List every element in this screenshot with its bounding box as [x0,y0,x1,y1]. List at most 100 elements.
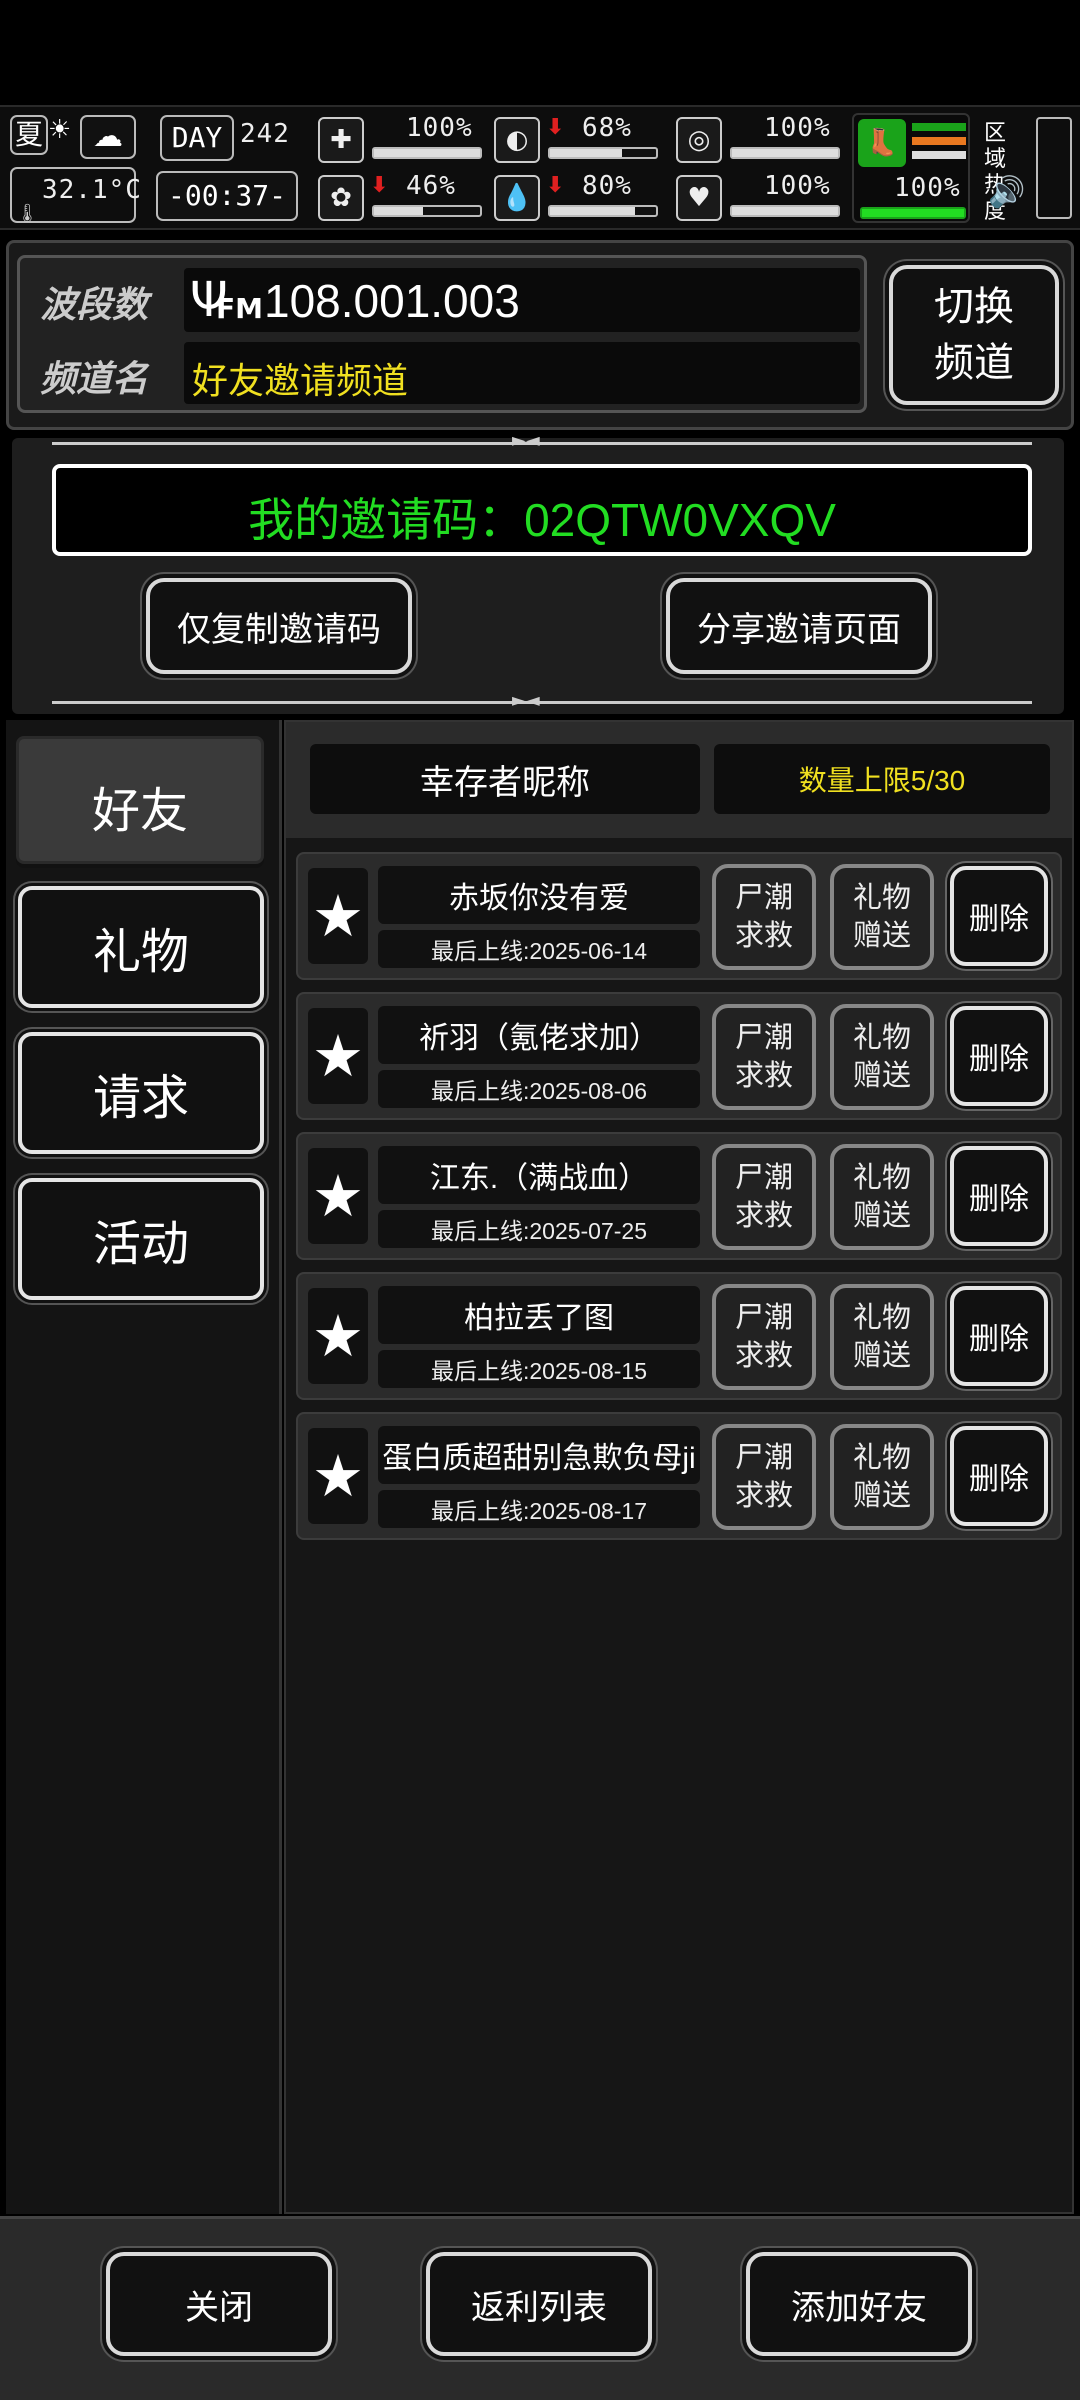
medkit-icon: ✚ [318,117,364,163]
star-icon[interactable]: ★ [308,1008,368,1104]
send-gift-label: 礼物赠送 [852,882,911,952]
decreasing-arrow-icon: ⬇ [546,173,565,198]
invite-code-text: 我的邀请码：02QTW0VXQV [248,494,836,546]
friend-name: 祈羽（氪佬求加） [378,1006,700,1064]
stat-value: 100% [406,113,473,143]
friend-row: ★ 江东.（满战血） 最后上线:2025-07-25 尸潮求救 礼物赠送 删除 [296,1132,1062,1260]
tab-activities[interactable]: 活动 [18,1178,264,1300]
temperature-value: 32.1°C [42,175,142,205]
star-icon[interactable]: ★ [308,868,368,964]
invite-panel: ►◄ 我的邀请码：02QTW0VXQV 仅复制邀请码 分享邀请页面 ►◄ [12,430,1064,714]
copy-invite-code-button[interactable]: 仅复制邀请码 [146,578,412,674]
friend-name: 赤坂你没有爱 [378,866,700,924]
divider-top [52,442,1032,445]
delete-friend-button[interactable]: 删除 [950,1146,1048,1246]
send-gift-label: 礼物赠送 [852,1022,911,1092]
add-friend-button[interactable]: 添加好友 [746,2252,972,2356]
boot-icon: 👢 [858,119,906,167]
stat-bar [548,147,658,159]
band-field: Ψ FM 108.001.003 [184,268,860,332]
day-number: 242 [240,119,290,149]
horde-rescue-button[interactable]: 尸潮求救 [712,1284,816,1390]
send-gift-label: 礼物赠送 [852,1162,911,1232]
stamina-stripe-orange [912,137,966,145]
stamina-value: 100% [894,173,961,203]
stat-bar [730,205,840,217]
switch-channel-button[interactable]: 切换频道 [889,265,1059,405]
radio-panel: 波段数 Ψ FM 108.001.003 频道名 好友邀请频道 切换频道 [6,240,1074,430]
stat-value: 46% [406,171,456,201]
stomach-icon: ◐ [494,117,540,163]
friend-last-online: 最后上线:2025-08-17 [378,1490,700,1528]
decreasing-arrow-icon: ⬇ [370,173,389,198]
stat-value: 100% [764,171,831,201]
stamina-stripe-white [912,151,966,159]
channel-label: 频道名 [40,359,149,400]
heart-icon: ♥ [676,175,722,221]
stat-value: 68% [582,113,632,143]
sun-icon: ☀ [48,115,72,145]
decreasing-arrow-icon: ⬇ [546,115,565,140]
horde-rescue-button[interactable]: 尸潮求救 [712,1424,816,1530]
horde-rescue-label: 尸潮求救 [734,1162,793,1232]
fm-label: FM [216,292,263,325]
tab-friends-label: 好友 [91,785,188,838]
friend-row: ★ 柏拉丢了图最后上线:2025-08-15 尸潮求救 礼物赠送 删除 [296,1272,1062,1400]
send-gift-button[interactable]: 礼物赠送 [830,1004,934,1110]
stamina-bar [860,207,966,219]
channel-value: 好友邀请频道 [192,360,409,401]
divider-arrows-bottom: ►◄ [512,690,540,711]
season-badge: 夏 [10,115,48,155]
delete-friend-button[interactable]: 删除 [950,1006,1048,1106]
horde-rescue-label: 尸潮求救 [734,1302,793,1372]
thermometer-icon: 🌡 [16,203,39,224]
tab-friends[interactable]: 好友 [16,736,264,864]
tab-gifts[interactable]: 礼物 [18,886,264,1008]
stat-bar [730,147,840,159]
speaker-icon[interactable]: 🔊 [988,175,1025,210]
star-icon[interactable]: ★ [308,1288,368,1384]
horde-rescue-button[interactable]: 尸潮求救 [712,1144,816,1250]
friend-limit-counter: 数量上限5/30 [714,744,1050,814]
friend-row: ★ 蛋白质超甜别急欺负母ji 最后上线:2025-08-17 尸潮求救 礼物赠送 删除 [296,1412,1062,1540]
stat-bar [372,147,482,159]
stat-bar [548,205,658,217]
friend-name: 柏拉丢了图 [378,1286,700,1344]
share-invite-page-button[interactable]: 分享邀请页面 [666,578,932,674]
friend-name: 江东.（满战血） [378,1146,700,1204]
send-gift-button[interactable]: 礼物赠送 [830,864,934,970]
tab-requests[interactable]: 请求 [18,1032,264,1154]
horde-rescue-label: 尸潮求救 [734,1022,793,1092]
send-gift-label: 礼物赠送 [852,1442,911,1512]
rebate-list-button[interactable]: 返利列表 [426,2252,652,2356]
delete-friend-button[interactable]: 删除 [950,866,1048,966]
day-label: DAY [160,115,234,161]
pill-icon: ◎ [676,117,722,163]
horde-rescue-label: 尸潮求救 [734,882,793,952]
horde-rescue-button[interactable]: 尸潮求救 [712,1004,816,1110]
band-value: 108.001.003 [264,275,520,327]
area-heat-meter [1036,117,1072,219]
list-header-bar: 幸存者昵称 数量上限5/30 [286,722,1072,838]
horde-rescue-label: 尸潮求救 [734,1442,793,1512]
friend-last-online: 最后上线:2025-08-06 [378,1070,700,1108]
send-gift-button[interactable]: 礼物赠送 [830,1144,934,1250]
divider-arrows-top: ►◄ [512,430,540,451]
stat-bar [372,205,482,217]
stat-value: 100% [764,113,831,143]
cloud-icon: ☁ [80,115,136,159]
friend-last-online: 最后上线:2025-08-15 [378,1350,700,1388]
stat-value: 80% [582,171,632,201]
star-icon[interactable]: ★ [308,1428,368,1524]
close-button[interactable]: 关闭 [106,2252,332,2356]
star-icon[interactable]: ★ [308,1148,368,1244]
delete-friend-button[interactable]: 删除 [950,1286,1048,1386]
horde-rescue-button[interactable]: 尸潮求救 [712,864,816,970]
send-gift-button[interactable]: 礼物赠送 [830,1424,934,1530]
friend-last-online: 最后上线:2025-07-25 [378,1210,700,1248]
send-gift-label: 礼物赠送 [852,1302,911,1372]
stamina-panel: 👢 100% [852,113,970,223]
brain-icon: ✿ [318,175,364,221]
delete-friend-button[interactable]: 删除 [950,1426,1048,1526]
send-gift-button[interactable]: 礼物赠送 [830,1284,934,1390]
